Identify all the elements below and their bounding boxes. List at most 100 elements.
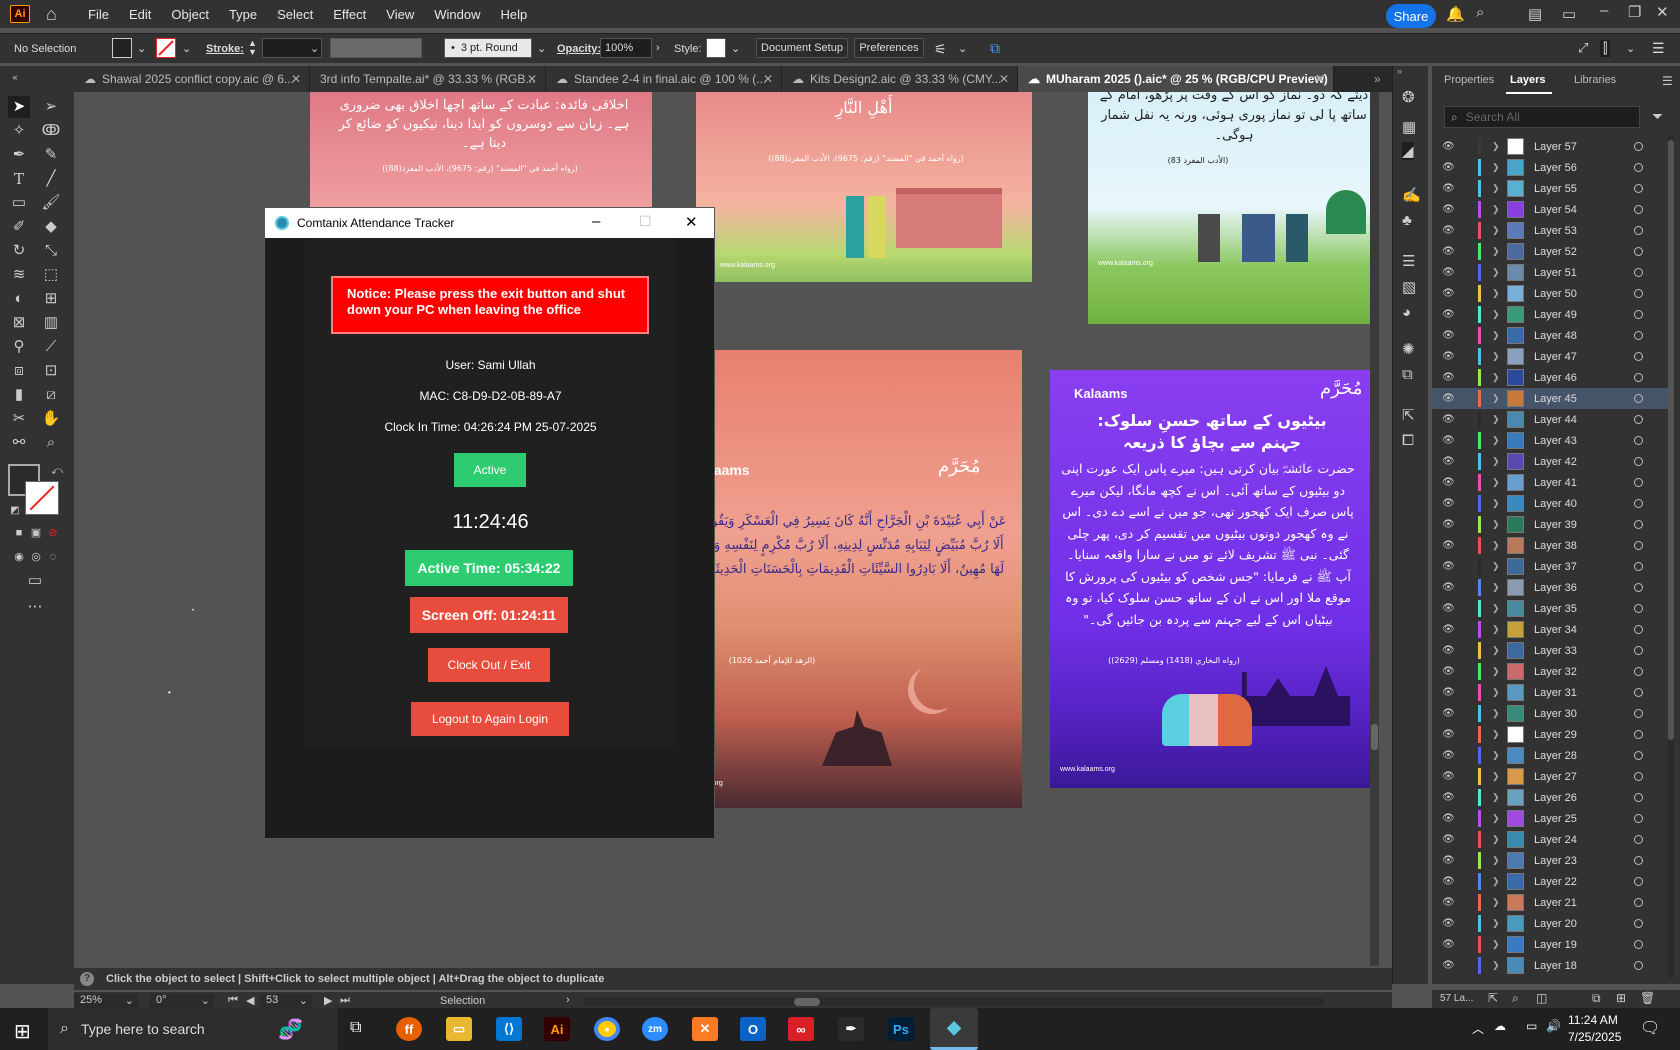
- expand-arrow-icon[interactable]: ❯: [1492, 498, 1502, 509]
- selection-tool-icon[interactable]: ➤: [8, 96, 30, 118]
- scrollbar-thumb[interactable]: [1371, 724, 1378, 750]
- target-circle-icon[interactable]: [1634, 835, 1643, 844]
- creative-cloud-icon[interactable]: ∞: [788, 1017, 814, 1041]
- layer-name[interactable]: Layer 49: [1534, 309, 1614, 321]
- target-circle-icon[interactable]: [1634, 877, 1643, 886]
- logout-button[interactable]: Logout to Again Login: [411, 702, 569, 736]
- layer-name[interactable]: Layer 18: [1534, 960, 1614, 972]
- free-transform-icon[interactable]: ⬚: [40, 264, 62, 286]
- layer-row[interactable]: 👁 ❯ Layer 19: [1432, 934, 1672, 955]
- layer-row[interactable]: 👁 ❯ Layer 22: [1432, 871, 1672, 892]
- layer-name[interactable]: Layer 32: [1534, 666, 1614, 678]
- more-tabs-icon[interactable]: »: [1374, 72, 1381, 86]
- pen-tool-icon[interactable]: ✒: [8, 144, 30, 166]
- swap-colors-icon[interactable]: ⤺: [46, 460, 68, 482]
- xampp-icon[interactable]: ✕: [692, 1017, 718, 1041]
- first-artboard-icon[interactable]: ⏮: [228, 994, 238, 1007]
- layer-name[interactable]: Layer 26: [1534, 792, 1614, 804]
- expand-arrow-icon[interactable]: ❯: [1492, 834, 1502, 845]
- expand-arrow-icon[interactable]: ❯: [1492, 183, 1502, 194]
- layer-row[interactable]: 👁 ❯ Layer 52: [1432, 241, 1672, 262]
- new-layer-icon[interactable]: ⊞: [1616, 991, 1626, 1005]
- file-explorer-icon[interactable]: ▭: [446, 1017, 472, 1041]
- target-circle-icon[interactable]: [1634, 961, 1643, 970]
- layer-name[interactable]: Layer 42: [1534, 456, 1614, 468]
- taskbar-search[interactable]: ⌕ Type here to search 🧬: [48, 1008, 338, 1050]
- expand-arrow-icon[interactable]: ❯: [1492, 708, 1502, 719]
- brush-definition[interactable]: • 3 pt. Round: [444, 38, 532, 58]
- delete-layer-icon[interactable]: 🗑: [1640, 991, 1655, 1005]
- target-circle-icon[interactable]: [1634, 688, 1643, 697]
- layer-row[interactable]: 👁 ❯ Layer 27: [1432, 766, 1672, 787]
- expand-arrow-icon[interactable]: ❯: [1492, 771, 1502, 782]
- expand-arrow-icon[interactable]: ❯: [1492, 330, 1502, 341]
- visibility-eye-icon[interactable]: 👁: [1442, 498, 1456, 509]
- layer-row[interactable]: 👁 ❯ Layer 51: [1432, 262, 1672, 283]
- width-tool-icon[interactable]: ≋: [8, 264, 30, 286]
- visibility-eye-icon[interactable]: 👁: [1442, 897, 1456, 908]
- visibility-eye-icon[interactable]: 👁: [1442, 246, 1456, 257]
- target-circle-icon[interactable]: [1634, 730, 1643, 739]
- expand-arrow-icon[interactable]: ❯: [1492, 246, 1502, 257]
- layer-name[interactable]: Layer 46: [1534, 372, 1614, 384]
- new-sublayer-icon[interactable]: ⧉: [1592, 991, 1601, 1006]
- firefox-icon[interactable]: ff: [396, 1017, 422, 1041]
- artboard-2[interactable]: أَهْلِ النَّارِ (رواه أحمد في "المسند" (…: [696, 92, 1032, 282]
- onedrive-icon[interactable]: ☁: [1494, 1019, 1506, 1033]
- locate-object-icon[interactable]: ⌕: [1512, 991, 1519, 1006]
- visibility-eye-icon[interactable]: 👁: [1442, 771, 1456, 782]
- layer-name[interactable]: Layer 48: [1534, 330, 1614, 342]
- expand-arrow-icon[interactable]: ❯: [1492, 456, 1502, 467]
- visibility-eye-icon[interactable]: 👁: [1442, 204, 1456, 215]
- direct-selection-tool-icon[interactable]: ➢: [40, 96, 62, 118]
- target-circle-icon[interactable]: [1634, 226, 1643, 235]
- target-circle-icon[interactable]: [1634, 793, 1643, 802]
- layer-row[interactable]: 👁 ❯ Layer 34: [1432, 619, 1672, 640]
- layer-row[interactable]: 👁 ❯ Layer 46: [1432, 367, 1672, 388]
- layer-row[interactable]: 👁 ❯ Layer 45: [1432, 388, 1672, 409]
- visibility-eye-icon[interactable]: 👁: [1442, 183, 1456, 194]
- layer-name[interactable]: Layer 43: [1534, 435, 1614, 447]
- arrange-icon[interactable]: ⤢: [1578, 40, 1588, 56]
- artboard-4[interactable]: Kalaams مُحَرَّم عَنْ أَبِي عُبَيْدَةَ ب…: [692, 350, 1022, 808]
- layer-name[interactable]: Layer 56: [1534, 162, 1614, 174]
- layer-row[interactable]: 👁 ❯ Layer 47: [1432, 346, 1672, 367]
- align-icon[interactable]: ⚟: [934, 41, 947, 58]
- clock-out-button[interactable]: Clock Out / Exit: [428, 648, 550, 682]
- layer-row[interactable]: 👁 ❯ Layer 39: [1432, 514, 1672, 535]
- layer-row[interactable]: 👁 ❯ Layer 49: [1432, 304, 1672, 325]
- layer-name[interactable]: Layer 55: [1534, 183, 1614, 195]
- clock-time[interactable]: 11:24 AM: [1568, 1013, 1618, 1027]
- target-circle-icon[interactable]: [1634, 751, 1643, 760]
- workspace-icon[interactable]: ▭: [1562, 5, 1576, 23]
- expand-arrow-icon[interactable]: ❯: [1492, 225, 1502, 236]
- blend-tool-icon[interactable]: ⧈: [8, 360, 30, 382]
- vertical-scrollbar[interactable]: [1370, 92, 1379, 966]
- target-circle-icon[interactable]: [1634, 331, 1643, 340]
- libraries-icon[interactable]: ▦: [1402, 118, 1416, 136]
- target-circle-icon[interactable]: [1634, 478, 1643, 487]
- visibility-eye-icon[interactable]: 👁: [1442, 813, 1456, 824]
- last-artboard-icon[interactable]: ⏭: [340, 994, 350, 1007]
- collapse-icon[interactable]: «: [4, 66, 26, 88]
- shape-builder-icon[interactable]: ◐: [8, 288, 30, 310]
- target-circle-icon[interactable]: [1634, 205, 1643, 214]
- expand-arrow-icon[interactable]: ❯: [1492, 960, 1502, 971]
- tab-3rd-info[interactable]: 3rd info Tempalte.ai* @ 33.33 % (RGB... …: [310, 66, 546, 92]
- chevron-down-icon[interactable]: ⌄: [958, 42, 967, 55]
- stroke-swatch[interactable]: [156, 38, 176, 58]
- target-circle-icon[interactable]: [1634, 352, 1643, 361]
- visibility-eye-icon[interactable]: 👁: [1442, 561, 1456, 572]
- visibility-eye-icon[interactable]: 👁: [1442, 288, 1456, 299]
- network-icon[interactable]: ▭: [1526, 1019, 1537, 1033]
- layer-row[interactable]: 👁 ❯ Layer 55: [1432, 178, 1672, 199]
- expand-arrow-icon[interactable]: ❯: [1492, 666, 1502, 677]
- layer-row[interactable]: 👁 ❯ Layer 29: [1432, 724, 1672, 745]
- expand-arrow-icon[interactable]: ❯: [1492, 897, 1502, 908]
- panel-menu-icon[interactable]: ☰: [1662, 74, 1673, 88]
- layer-name[interactable]: Layer 45: [1534, 393, 1614, 405]
- close-icon[interactable]: ✕: [1656, 3, 1669, 21]
- visibility-eye-icon[interactable]: 👁: [1442, 729, 1456, 740]
- layer-row[interactable]: 👁 ❯ Layer 30: [1432, 703, 1672, 724]
- layer-name[interactable]: Layer 40: [1534, 498, 1614, 510]
